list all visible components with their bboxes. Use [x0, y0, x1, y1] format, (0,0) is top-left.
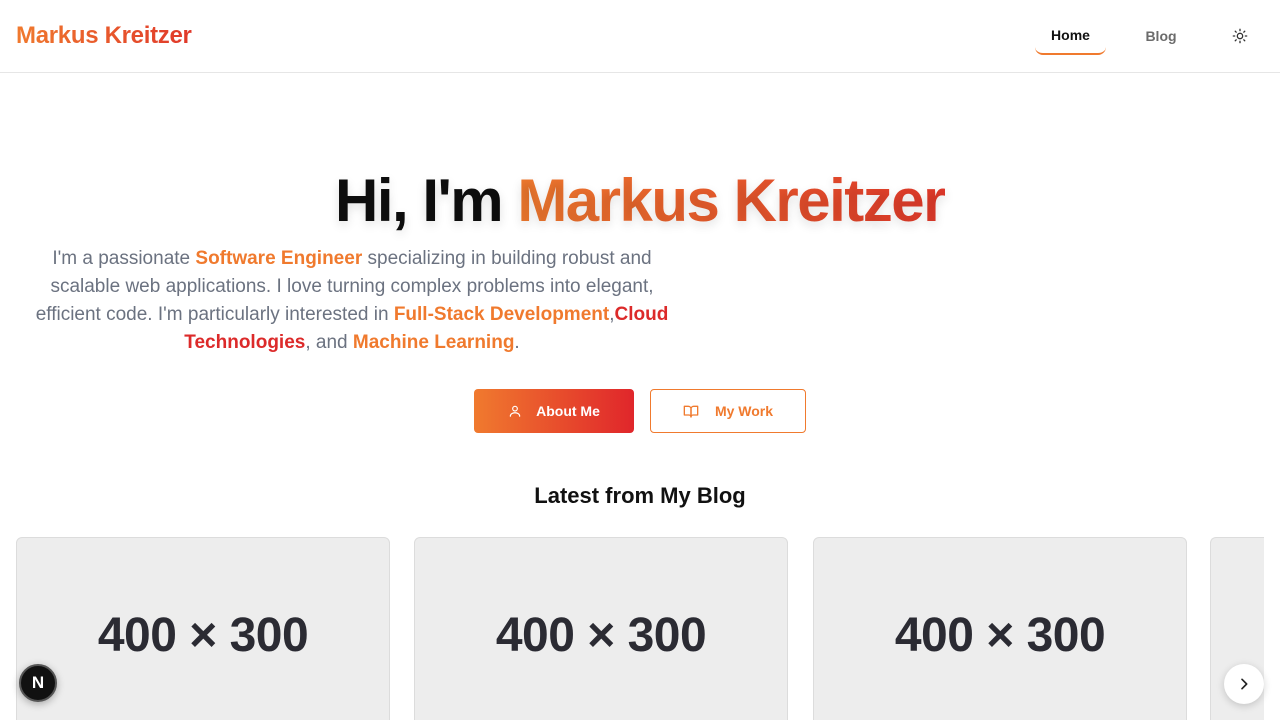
nav-home-link[interactable]: Home: [1035, 17, 1106, 55]
nextjs-logo-icon: N: [31, 673, 45, 692]
desc-text: I'm a passionate: [52, 248, 196, 269]
user-icon: [509, 405, 521, 417]
highlight-role: Software Engineer: [195, 248, 363, 269]
about-me-label: About Me: [536, 403, 600, 419]
about-me-button[interactable]: About Me: [474, 389, 634, 433]
blog-card[interactable]: 400 × 300: [16, 537, 390, 720]
carousel-next-button[interactable]: [1224, 664, 1264, 704]
image-placeholder: 400 × 300: [495, 609, 707, 662]
image-placeholder: 400 × 300: [894, 609, 1106, 662]
highlight-interest-fullstack: Full-Stack Development: [393, 304, 610, 325]
nav-blog-link[interactable]: Blog: [1134, 17, 1188, 55]
my-work-button[interactable]: My Work: [650, 389, 806, 433]
book-open-icon: [683, 405, 699, 418]
hero-greeting: Hi, I'm: [335, 167, 504, 234]
nextjs-dev-indicator[interactable]: N: [19, 664, 57, 702]
desc-text: , and: [305, 332, 353, 353]
image-placeholder: 400 × 300: [97, 609, 309, 662]
blog-section-title: Latest from My Blog: [534, 483, 746, 508]
highlight-interest-ml: Machine Learning: [352, 332, 515, 353]
hero-name: Markus Kreitzer: [517, 167, 946, 234]
site-header: Markus Kreitzer Home Blog: [0, 0, 1280, 73]
hero-title: Hi, I'm Markus Kreitzer: [0, 163, 1280, 239]
my-work-label: My Work: [714, 403, 774, 419]
desc-text: .: [514, 332, 520, 353]
blog-card[interactable]: 400 × 300: [414, 537, 788, 720]
hero-description: I'm a passionate Software Engineer speci…: [22, 245, 682, 357]
site-logo[interactable]: Markus Kreitzer: [16, 22, 192, 50]
blog-card[interactable]: 400 × 300: [813, 537, 1187, 720]
chevron-right-icon: [1241, 678, 1248, 690]
theme-toggle-button[interactable]: [1224, 20, 1256, 52]
sun-icon: [1232, 28, 1248, 44]
